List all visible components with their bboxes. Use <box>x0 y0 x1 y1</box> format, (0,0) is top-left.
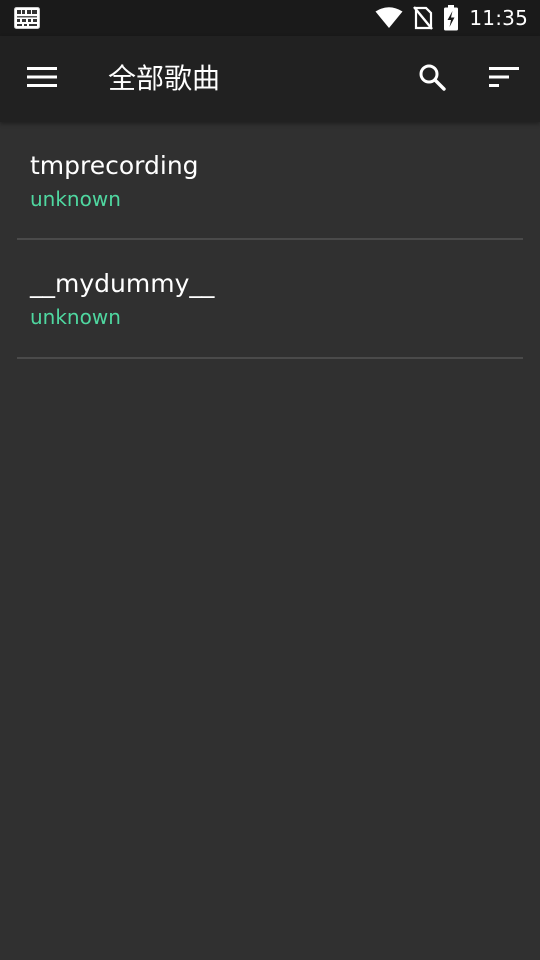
status-bar: 11:35 <box>0 0 540 36</box>
app-toolbar: 全部歌曲 <box>0 36 540 122</box>
menu-icon <box>27 66 57 93</box>
menu-button[interactable] <box>18 55 66 103</box>
list-divider <box>17 357 523 359</box>
search-button[interactable] <box>408 55 456 103</box>
sort-button[interactable] <box>480 55 528 103</box>
page-title: 全部歌曲 <box>108 62 221 95</box>
sort-icon <box>489 66 519 93</box>
app-notification-icon <box>14 7 40 29</box>
no-sim-icon <box>413 6 434 30</box>
wifi-icon <box>375 7 403 29</box>
song-title: tmprecording <box>30 151 199 180</box>
song-list: tmprecording unknown __mydummy__ unknown <box>0 122 540 359</box>
status-time: 11:35 <box>469 6 528 30</box>
song-artist: unknown <box>30 187 121 211</box>
song-artist: unknown <box>30 305 121 329</box>
battery-charging-icon <box>443 5 459 31</box>
song-list-item[interactable]: tmprecording unknown <box>0 122 540 240</box>
song-list-item[interactable]: __mydummy__ unknown <box>0 240 540 359</box>
search-icon <box>418 63 446 96</box>
song-title: __mydummy__ <box>30 269 215 298</box>
